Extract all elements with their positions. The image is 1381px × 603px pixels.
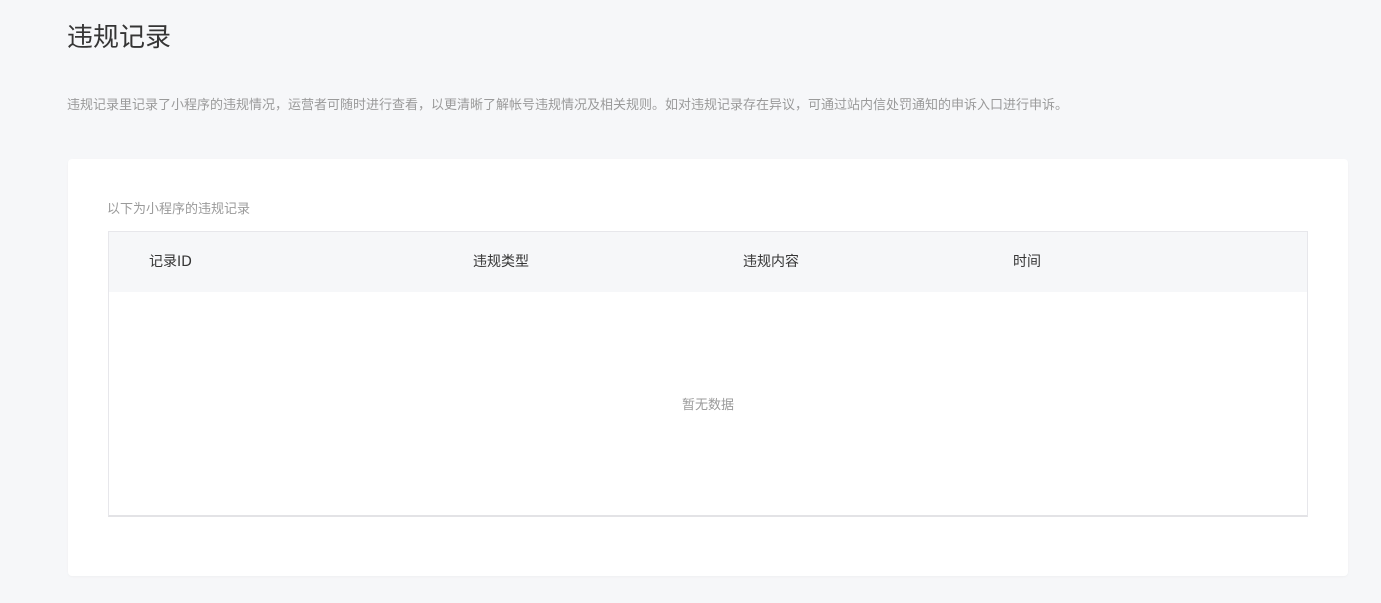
empty-state: 暂无数据 <box>109 292 1307 515</box>
empty-state-text: 暂无数据 <box>681 398 734 413</box>
page-title: 违规记录 <box>67 23 172 53</box>
column-header-record-id: 记录ID <box>149 254 192 270</box>
column-header-violation-type: 违规类型 <box>473 254 529 270</box>
page-description: 违规记录里记录了小程序的违规情况，运营者可随时进行查看，以更清晰了解帐号违规情况… <box>67 98 1069 113</box>
violation-records-card: 以下为小程序的违规记录 记录ID 违规类型 违规内容 时间 暂无数据 <box>68 159 1348 576</box>
column-header-time: 时间 <box>1013 254 1041 270</box>
column-header-violation-content: 违规内容 <box>743 254 799 270</box>
table-header: 记录ID 违规类型 违规内容 时间 <box>109 232 1307 292</box>
violation-records-table: 记录ID 违规类型 违规内容 时间 暂无数据 <box>108 231 1308 517</box>
records-subtitle: 以下为小程序的违规记录 <box>107 202 251 217</box>
